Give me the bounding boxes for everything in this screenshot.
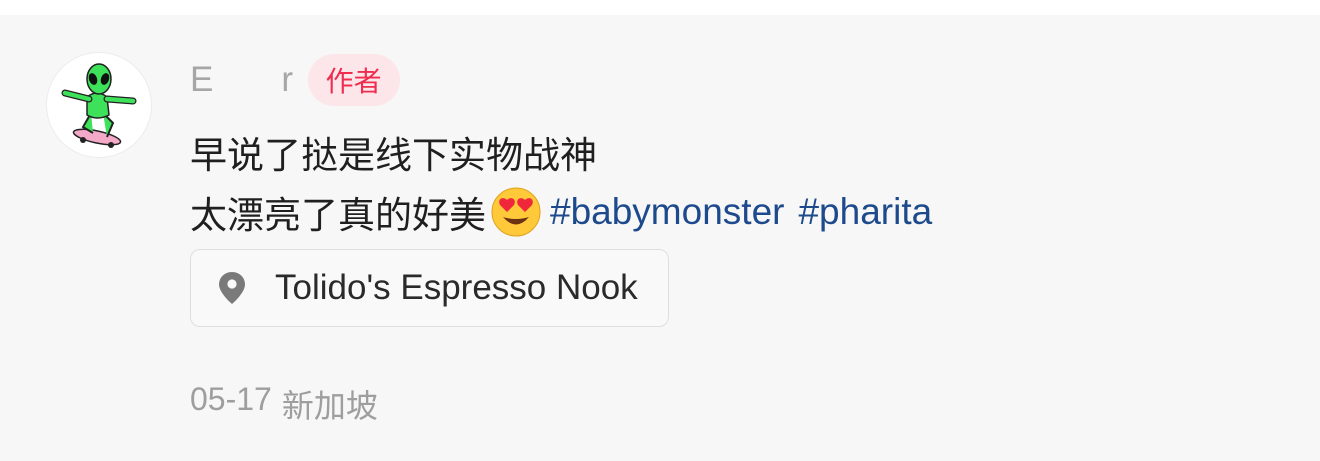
- comment-item: E r 作者 早说了挞是线下实物战神 太漂亮了真的好美 #babymonster…: [0, 15, 1320, 461]
- comment-region: 新加坡: [281, 388, 378, 424]
- hashtag-link[interactable]: #pharita: [798, 191, 932, 233]
- comment-text-line-1: 早说了挞是线下实物战神: [190, 135, 597, 176]
- location-pin-icon: [219, 272, 245, 304]
- hashtag-link[interactable]: #babymonster: [550, 191, 784, 233]
- avatar[interactable]: [46, 52, 152, 158]
- author-badge: 作者: [307, 54, 400, 106]
- comment-meta: 05-17 新加坡: [190, 381, 378, 427]
- alien-skateboarder-icon: [61, 63, 137, 148]
- username[interactable]: E r: [190, 60, 294, 100]
- top-divider-strip: [0, 0, 1320, 15]
- comment-header: E r 作者: [190, 54, 400, 106]
- location-tag[interactable]: Tolido's Espresso Nook: [190, 249, 669, 327]
- comment-text-line-2: 太漂亮了真的好美 #babymonster #pharita: [190, 183, 932, 241]
- comment-text: 太漂亮了真的好美: [190, 195, 486, 236]
- comment-date: 05-17: [190, 381, 272, 417]
- heart-eyes-emoji-icon: [491, 187, 541, 237]
- location-name: Tolido's Espresso Nook: [275, 268, 638, 307]
